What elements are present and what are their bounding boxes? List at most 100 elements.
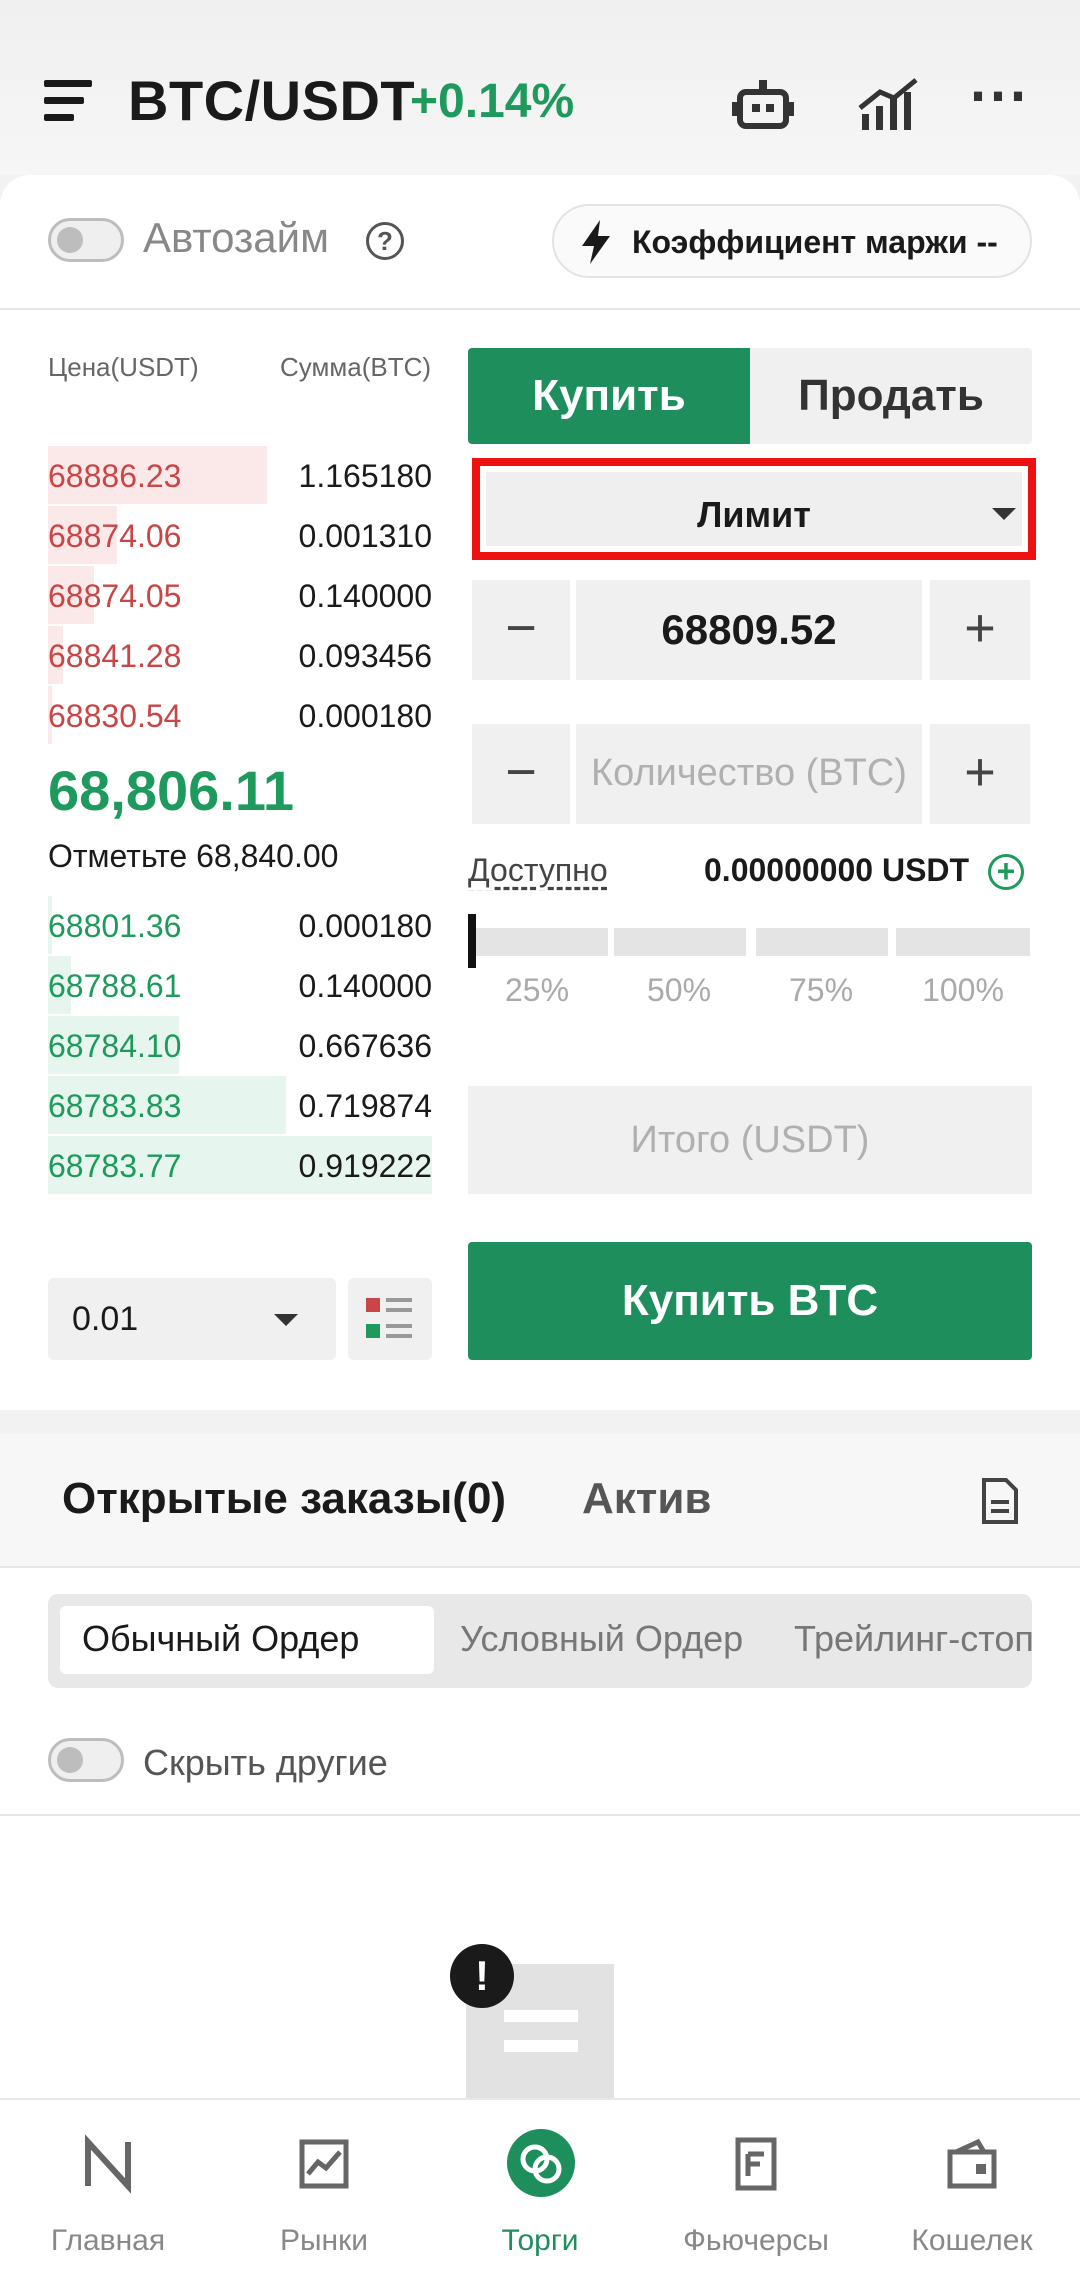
precision-select[interactable]: 0.01: [48, 1278, 336, 1360]
divider: [0, 1566, 1080, 1568]
pair-title[interactable]: BTC/USDT: [128, 68, 415, 133]
order-history-icon[interactable]: [978, 1476, 1022, 1526]
order-type-select[interactable]: Лимит: [472, 458, 1036, 560]
price-increase-button[interactable]: +: [930, 580, 1030, 680]
nav-label: Фьючерсы: [683, 2224, 829, 2257]
nav-wallet[interactable]: Кошелек: [864, 2100, 1080, 2270]
slider-label-100[interactable]: 100%: [898, 972, 1028, 1009]
subtab-conditional-order[interactable]: Условный Ордер: [450, 1606, 770, 1674]
bid-amount: 0.667636: [298, 1028, 432, 1064]
slider-label-50[interactable]: 50%: [614, 972, 744, 1009]
hide-others-toggle[interactable]: [48, 1738, 124, 1782]
menu-icon[interactable]: [44, 80, 96, 126]
markets-icon: [299, 2139, 349, 2189]
buy-tab[interactable]: Купить: [468, 348, 750, 444]
subtab-label: Трейлинг-стоп: [794, 1618, 1032, 1659]
chevron-down-icon: [274, 1314, 298, 1326]
price-decrease-button[interactable]: −: [472, 580, 570, 680]
divider: [0, 1814, 1080, 1816]
ask-amount: 1.165180: [298, 458, 432, 494]
ask-price: 68874.06: [48, 518, 182, 554]
quantity-decrease-button[interactable]: −: [472, 724, 570, 824]
slider-label-25[interactable]: 25%: [472, 972, 602, 1009]
ask-row[interactable]: 68830.54 0.000180: [48, 686, 432, 744]
bid-row[interactable]: 68788.61 0.140000: [48, 956, 432, 1014]
available-balance: 0.00000000 USDT: [704, 852, 970, 888]
divider: [0, 308, 1080, 310]
nav-home[interactable]: Главная: [0, 2100, 216, 2270]
bid-row[interactable]: 68783.83 0.719874: [48, 1076, 432, 1134]
bid-amount: 0.919222: [298, 1148, 432, 1184]
nav-futures[interactable]: Фьючерсы: [648, 2100, 864, 2270]
bid-price: 68783.77: [48, 1148, 182, 1184]
bid-price: 68784.10: [48, 1028, 182, 1064]
subtab-label: Обычный Ордер: [82, 1618, 360, 1659]
price-column-header: Цена(USDT): [48, 352, 199, 382]
ask-row[interactable]: 68874.06 0.001310: [48, 506, 432, 564]
bid-price: 68801.36: [48, 908, 182, 944]
ask-price: 68830.54: [48, 698, 182, 734]
subtab-regular-order[interactable]: Обычный Ордер: [60, 1606, 434, 1674]
ask-amount: 0.001310: [298, 518, 432, 554]
bid-amount: 0.719874: [298, 1088, 432, 1124]
bid-row[interactable]: 68784.10 0.667636: [48, 1016, 432, 1074]
slider-handle[interactable]: [468, 914, 476, 968]
order-type-value: Лимит: [697, 494, 811, 535]
bid-row[interactable]: 68783.77 0.919222: [48, 1136, 432, 1194]
chart-icon[interactable]: [854, 70, 924, 140]
futures-icon: [735, 2137, 777, 2191]
quantity-input[interactable]: Количество (BTC): [576, 724, 922, 824]
book-layout-button[interactable]: [348, 1278, 432, 1360]
help-icon[interactable]: ?: [366, 222, 404, 260]
margin-ratio-pill[interactable]: Коэффициент маржи --: [552, 204, 1032, 278]
price-change: +0.14%: [410, 75, 575, 128]
ask-price: 68841.28: [48, 638, 182, 674]
total-input[interactable]: Итого (USDT): [468, 1086, 1032, 1194]
auto-borrow-toggle[interactable]: [48, 218, 124, 262]
available-label[interactable]: Доступно: [468, 852, 608, 889]
bid-price: 68788.61: [48, 968, 182, 1004]
ask-row[interactable]: 68841.28 0.093456: [48, 626, 432, 684]
ask-row[interactable]: 68886.23 1.165180: [48, 446, 432, 504]
chevron-down-icon: [992, 508, 1016, 520]
bid-row[interactable]: 68801.36 0.000180: [48, 896, 432, 954]
quantity-placeholder: Количество (BTC): [591, 752, 907, 794]
price-value: 68809.52: [661, 606, 837, 653]
more-icon[interactable]: ⋯: [968, 60, 1028, 130]
last-price[interactable]: 68,806.11: [48, 758, 294, 823]
bolt-icon: [582, 220, 610, 264]
slider-segment[interactable]: [476, 928, 608, 956]
bid-amount: 0.140000: [298, 968, 432, 1004]
quantity-increase-button[interactable]: +: [930, 724, 1030, 824]
bot-icon[interactable]: [728, 70, 798, 140]
ask-row[interactable]: 68874.05 0.140000: [48, 566, 432, 624]
tab-open-orders[interactable]: Открытые заказы(0): [62, 1474, 506, 1524]
deposit-plus-icon[interactable]: +: [988, 854, 1024, 890]
slider-segment[interactable]: [614, 928, 746, 956]
slider-label-75[interactable]: 75%: [756, 972, 886, 1009]
subtab-label: Условный Ордер: [460, 1618, 744, 1659]
precision-value: 0.01: [72, 1300, 139, 1338]
nav-trade[interactable]: Торги: [432, 2100, 648, 2270]
margin-ratio-label: Коэффициент маржи --: [632, 224, 998, 260]
bid-amount: 0.000180: [298, 908, 432, 944]
orders-section: Открытые заказы(0) Актив Обычный Ордер У…: [0, 1434, 1080, 2100]
order-type-field: Лимит: [486, 472, 1022, 546]
orders-tab-bar: Открытые заказы(0) Актив: [0, 1434, 1080, 1566]
auto-borrow-label: Автозайм: [143, 214, 330, 261]
price-input[interactable]: 68809.52: [576, 580, 922, 680]
subtab-trailing-stop[interactable]: Трейлинг-стоп: [784, 1606, 1032, 1674]
ask-amount: 0.093456: [298, 638, 432, 674]
mark-price: Отметьте 68,840.00: [48, 838, 339, 874]
sell-tab[interactable]: Продать: [750, 348, 1032, 444]
nav-label: Главная: [50, 2224, 166, 2257]
tab-assets[interactable]: Актив: [582, 1474, 711, 1524]
nav-markets[interactable]: Рынки: [216, 2100, 432, 2270]
nav-label: Рынки: [279, 2224, 369, 2257]
buy-btc-button[interactable]: Купить BTC: [468, 1242, 1032, 1360]
ask-price: 68874.05: [48, 578, 182, 614]
slider-segment[interactable]: [756, 928, 888, 956]
slider-segment[interactable]: [896, 928, 1030, 956]
trade-icon: [507, 2129, 575, 2197]
hide-others-label: Скрыть другие: [143, 1742, 388, 1783]
